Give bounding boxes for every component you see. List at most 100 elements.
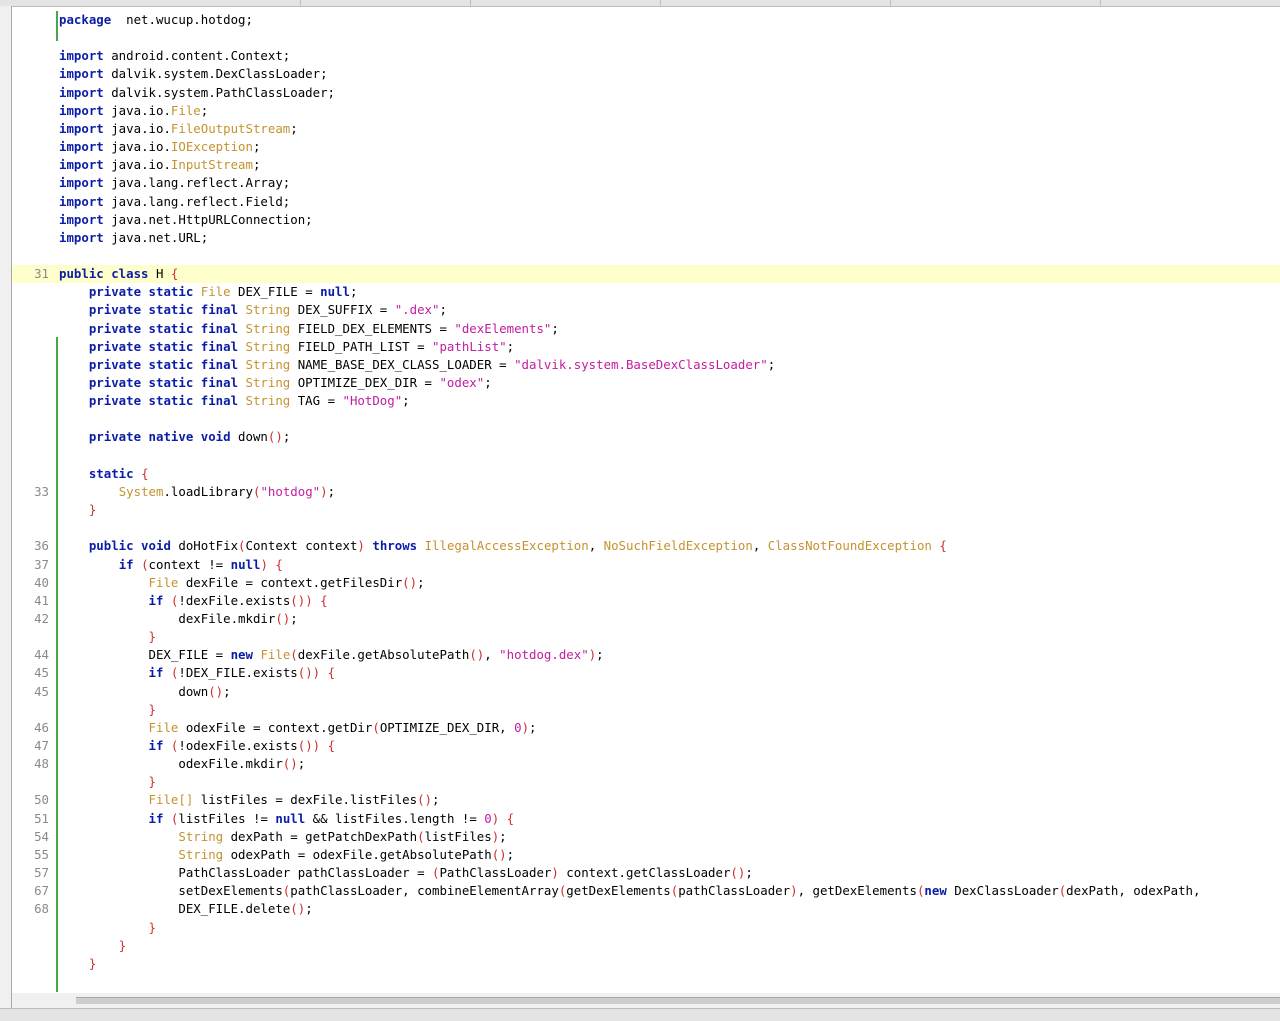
code-token: ()	[469, 647, 485, 663]
code-token: }	[148, 701, 156, 717]
line-number: 54	[34, 828, 49, 844]
code-token: net.wucup.hotdog;	[111, 12, 253, 27]
code-token: "pathList"	[432, 338, 507, 354]
code-line[interactable]	[12, 29, 1280, 47]
code-token: {	[939, 538, 947, 554]
code-token: IllegalAccessException	[424, 538, 589, 554]
code-line[interactable]: 41 if (!dexFile.exists()) {	[12, 592, 1280, 610]
code-text: PathClassLoader pathClassLoader = (PathC…	[59, 864, 752, 882]
code-line[interactable]: }	[12, 501, 1280, 519]
code-text: }	[59, 773, 156, 791]
code-token: (	[290, 647, 298, 663]
code-line[interactable]: import java.lang.reflect.Field;	[12, 193, 1280, 211]
editor-tab[interactable]	[300, 0, 471, 6]
code-token: if	[148, 738, 164, 753]
code-token: ;	[305, 901, 313, 917]
code-token: public class	[59, 266, 149, 282]
code-line[interactable]: 31 public class H {	[12, 265, 1280, 284]
code-token: ;	[290, 610, 298, 626]
code-line[interactable]: import java.io.File;	[12, 102, 1280, 120]
line-number: 48	[34, 756, 49, 772]
code-line[interactable]	[12, 410, 1280, 428]
code-line[interactable]: 55 String odexPath = odexFile.getAbsolut…	[12, 846, 1280, 864]
code-line[interactable]	[12, 247, 1280, 265]
code-token: ;	[200, 102, 209, 118]
code-line[interactable]: private static final String NAME_BASE_DE…	[12, 356, 1280, 374]
code-line[interactable]	[12, 447, 1280, 465]
code-text: private static final String OPTIMIZE_DEX…	[59, 374, 492, 392]
code-line[interactable]: }	[12, 773, 1280, 791]
code-line[interactable]: import dalvik.system.DexClassLoader;	[12, 65, 1280, 83]
code-line[interactable]: }	[12, 701, 1280, 719]
code-line[interactable]: private static File DEX_FILE = null;	[12, 283, 1280, 301]
editor-tab[interactable]	[1100, 0, 1280, 6]
code-line[interactable]: }	[12, 919, 1280, 937]
code-line[interactable]: }	[12, 628, 1280, 646]
code-token: String	[238, 320, 291, 336]
code-line[interactable]: 54 String dexPath = getPatchDexPath(list…	[12, 828, 1280, 846]
code-line[interactable]: import android.content.Context;	[12, 47, 1280, 65]
code-line[interactable]: 50 File[] listFiles = dexFile.listFiles(…	[12, 791, 1280, 809]
code-line[interactable]: }	[12, 955, 1280, 973]
code-line[interactable]: private static final String FIELD_DEX_EL…	[12, 320, 1280, 338]
code-line[interactable]: private static final String OPTIMIZE_DEX…	[12, 374, 1280, 392]
code-line[interactable]: 68 DEX_FILE.delete();	[12, 900, 1280, 918]
code-line[interactable]: import dalvik.system.PathClassLoader;	[12, 84, 1280, 102]
code-line[interactable]: import java.io.FileOutputStream;	[12, 120, 1280, 138]
code-text: import dalvik.system.PathClassLoader;	[59, 84, 335, 102]
code-line[interactable]: static {	[12, 465, 1280, 483]
code-token: ()	[208, 683, 224, 699]
side-panel-edge	[0, 6, 12, 1020]
code-line[interactable]: 45 if (!DEX_FILE.exists()) {	[12, 664, 1280, 682]
code-line[interactable]: private static final String FIELD_PATH_L…	[12, 338, 1280, 356]
code-line[interactable]: 57 PathClassLoader pathClassLoader = (Pa…	[12, 864, 1280, 882]
code-line[interactable]: 45 down();	[12, 683, 1280, 701]
code-line[interactable]: 51 if (listFiles != null && listFiles.le…	[12, 810, 1280, 828]
code-token: ;	[499, 828, 507, 844]
code-token: java.io.	[103, 139, 171, 155]
code-line[interactable]: import java.io.IOException;	[12, 138, 1280, 156]
code-line[interactable]: 33 System.loadLibrary("hotdog");	[12, 483, 1280, 501]
code-text: String dexPath = getPatchDexPath(listFil…	[59, 828, 507, 846]
code-line[interactable]: 37 if (context != null) {	[12, 556, 1280, 574]
code-editor[interactable]: package net.wucup.hotdog; import android.…	[12, 7, 1280, 993]
code-token: ;	[252, 139, 261, 155]
code-token: "odex"	[439, 375, 485, 390]
code-text: if (context != null) {	[59, 556, 283, 574]
code-token: )	[521, 719, 530, 735]
code-line[interactable]	[12, 519, 1280, 537]
line-number: 47	[34, 738, 49, 753]
editor-tab[interactable]	[660, 0, 891, 6]
horizontal-scrollbar-thumb[interactable]	[76, 997, 1280, 1004]
code-token: ())	[297, 665, 321, 681]
code-line[interactable]: 42 dexFile.mkdir();	[12, 610, 1280, 628]
editor-tab[interactable]	[890, 0, 1101, 6]
code-line[interactable]: }	[12, 937, 1280, 955]
code-line[interactable]: private static final String DEX_SUFFIX =…	[12, 301, 1280, 319]
editor-tab[interactable]	[470, 0, 661, 6]
code-line[interactable]: import java.net.HttpURLConnection;	[12, 211, 1280, 229]
code-line[interactable]: 67 setDexElements(pathClassLoader, combi…	[12, 882, 1280, 900]
code-line[interactable]: private native void down();	[12, 428, 1280, 446]
code-token: !DEX_FILE.exists	[178, 665, 298, 681]
code-token: ;	[484, 375, 492, 390]
code-line[interactable]: import java.io.InputStream;	[12, 156, 1280, 174]
code-line[interactable]: 40 File dexFile = context.getFilesDir();	[12, 574, 1280, 592]
line-number: 57	[34, 865, 49, 881]
code-line[interactable]: 44 DEX_FILE = new File(dexFile.getAbsolu…	[12, 646, 1280, 664]
code-line[interactable]: import java.lang.reflect.Array;	[12, 174, 1280, 192]
code-text: File[] listFiles = dexFile.listFiles();	[59, 791, 440, 809]
code-token: ;	[223, 683, 231, 699]
code-line[interactable]: package net.wucup.hotdog;	[12, 11, 1280, 29]
code-token: throws	[372, 538, 418, 554]
code-line[interactable]: import java.net.URL;	[12, 229, 1280, 247]
code-line[interactable]: private static final String TAG = "HotDo…	[12, 392, 1280, 410]
code-line[interactable]: 36 public void doHotFix(Context context)…	[12, 537, 1280, 555]
code-line[interactable]: 46 File odexFile = context.getDir(OPTIMI…	[12, 719, 1280, 737]
code-text: private static final String DEX_SUFFIX =…	[59, 301, 447, 319]
code-line[interactable]: 47 if (!odexFile.exists()) {	[12, 737, 1280, 755]
code-line[interactable]: 48 odexFile.mkdir();	[12, 755, 1280, 773]
horizontal-scrollbar[interactable]	[12, 993, 1280, 1007]
